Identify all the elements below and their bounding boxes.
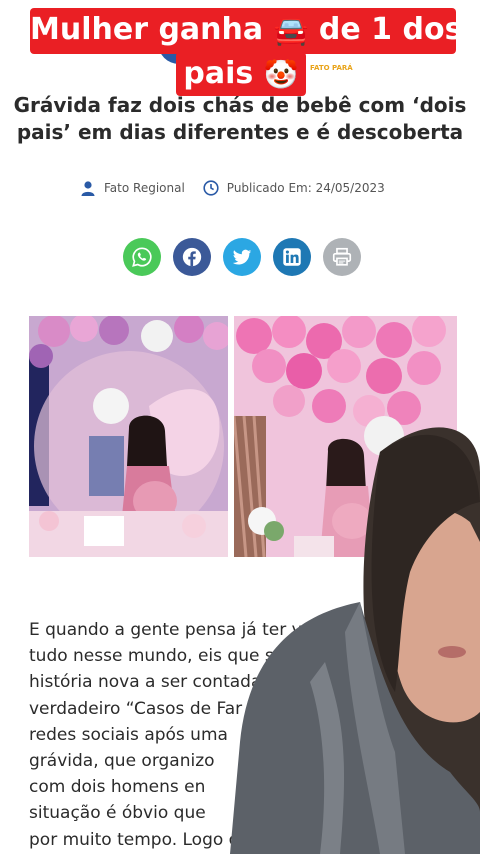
reactor-video-overlay xyxy=(230,412,480,854)
clown-icon: 🤡 xyxy=(263,57,299,91)
share-buttons xyxy=(123,238,373,276)
publish-date: Publicado Em: 24/05/2023 xyxy=(226,181,385,195)
facebook-icon xyxy=(182,247,202,267)
author-name[interactable]: Fato Regional xyxy=(104,181,185,195)
share-linkedin-button[interactable] xyxy=(273,238,311,276)
print-icon xyxy=(332,247,352,266)
caption-line-2: pais 🤡 xyxy=(176,52,306,96)
site-logo-tag: FATO PARÁ xyxy=(310,64,353,72)
article-headline: Grávida faz dois chás de bebê com ‘dois … xyxy=(13,93,467,144)
car-icon: 🚘 xyxy=(273,13,309,47)
share-twitter-button[interactable] xyxy=(223,238,261,276)
twitter-icon xyxy=(232,249,252,265)
clock-icon xyxy=(203,180,219,196)
author-icon xyxy=(81,181,95,196)
article-meta: Fato Regional Publicado Em: 24/05/2023 xyxy=(80,180,385,196)
caption-text-1: Mulher ganha xyxy=(30,12,264,47)
share-whatsapp-button[interactable] xyxy=(123,238,161,276)
caption-text-1-suffix: de 1 dos xyxy=(318,12,463,47)
whatsapp-icon xyxy=(132,247,152,267)
share-facebook-button[interactable] xyxy=(173,238,211,276)
print-button[interactable] xyxy=(323,238,361,276)
linkedin-icon xyxy=(283,248,301,266)
caption-line-1: Mulher ganha 🚘 de 1 dos xyxy=(30,8,462,54)
baby-shower-photo-1 xyxy=(29,316,228,557)
caption-text-2: pais xyxy=(183,56,254,91)
